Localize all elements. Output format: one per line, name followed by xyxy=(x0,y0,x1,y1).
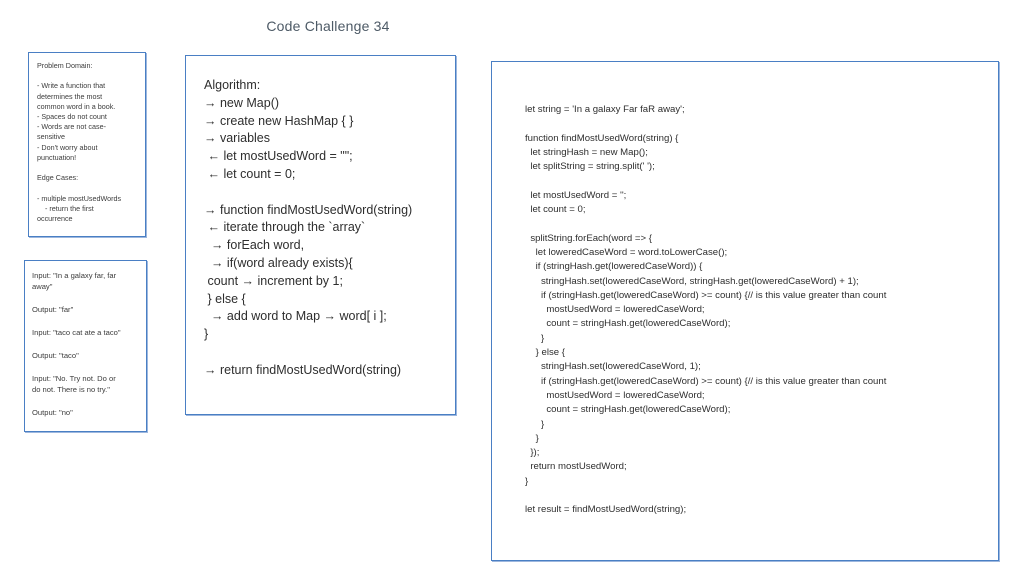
text-line: let stringHash = new Map(); xyxy=(525,146,648,158)
algorithm-text: Algorithm: → new Map() → create new HashMa… xyxy=(204,77,455,380)
text-line: Input: "No. Try not. Do or xyxy=(32,373,116,383)
text-line: → function findMostUsedWord(string) xyxy=(204,202,413,217)
text-line: if (stringHash.get(loweredCaseWord) >= c… xyxy=(525,289,887,301)
text-line: let loweredCaseWord = word.toLowerCase()… xyxy=(525,246,728,258)
text-line xyxy=(32,395,146,406)
text-line: punctuation! xyxy=(37,152,77,162)
text-line: let mostUsedWord = ''; xyxy=(525,189,627,201)
text-line xyxy=(32,293,146,304)
text-line: if (stringHash.get(loweredCaseWord)) { xyxy=(525,261,703,273)
examples-text: Input: "In a galaxy far, far away" Output… xyxy=(32,270,146,418)
text-line: mostUsedWord = loweredCaseWord; xyxy=(525,304,705,316)
text-line: } xyxy=(525,432,539,444)
text-line: Output: "no" xyxy=(32,407,73,417)
text-line: common word in a book. xyxy=(37,101,116,111)
text-line xyxy=(32,338,146,349)
text-line: let count = 0; xyxy=(525,204,586,216)
text-line: stringHash.set(loweredCaseWord, stringHa… xyxy=(525,275,859,287)
text-line: count = stringHash.get(loweredCaseWord); xyxy=(525,404,731,416)
text-line: → variables xyxy=(204,131,270,146)
text-line: let splitString = string.split(' '); xyxy=(525,161,655,173)
text-line: let result = findMostUsedWord(string); xyxy=(525,504,687,516)
text-line xyxy=(37,183,145,193)
text-line: sensitive xyxy=(37,132,65,142)
text-line: → return findMostUsedWord(string) xyxy=(204,362,402,377)
text-line: - return the first xyxy=(37,203,94,213)
text-line xyxy=(204,344,455,362)
text-line: - Words are not case- xyxy=(37,122,106,132)
text-line xyxy=(525,174,998,188)
text-line: - Write a function that xyxy=(37,81,106,91)
text-line xyxy=(37,163,145,173)
text-line: Output: "far" xyxy=(32,305,74,315)
text-line xyxy=(32,361,146,372)
text-line: - Don't worry about xyxy=(37,142,98,152)
text-line: function findMostUsedWord(string) { xyxy=(525,132,679,144)
text-line xyxy=(204,184,455,202)
text-line: do not. There is no try." xyxy=(32,385,110,395)
text-line: Input: "In a galaxy far, far xyxy=(32,271,117,280)
text-line: return mostUsedWord; xyxy=(525,461,627,473)
text-line: } xyxy=(525,475,529,487)
text-line: Problem Domain: xyxy=(37,61,93,70)
text-line: → add word to Map → word[ i ]; xyxy=(204,309,387,324)
algorithm-box: Algorithm: → new Map() → create new HashMa… xyxy=(185,55,456,415)
text-line: }); xyxy=(525,447,540,459)
text-line: determines the most xyxy=(37,91,103,101)
text-line: count → increment by 1; xyxy=(204,273,343,288)
examples-box: Input: "In a galaxy far, far away" Output… xyxy=(24,260,147,432)
text-line: Output: "taco" xyxy=(32,350,79,360)
text-line xyxy=(525,217,998,231)
text-line: } xyxy=(204,327,209,342)
text-line: away" xyxy=(32,282,53,292)
page-title: Code Challenge 34 xyxy=(266,18,390,34)
text-line: count = stringHash.get(loweredCaseWord); xyxy=(525,318,731,330)
text-line: splitString.forEach(word => { xyxy=(525,232,652,244)
text-line: ← let mostUsedWord = ""; xyxy=(204,149,353,164)
text-line: Edge Cases: xyxy=(37,173,79,183)
code-text: let string = 'In a galaxy Far faR away';… xyxy=(525,103,998,518)
text-line: → create new HashMap { } xyxy=(204,113,354,128)
problem-domain-text: Problem Domain: - Write a function that d… xyxy=(37,61,145,224)
text-line: occurrence xyxy=(37,214,73,224)
code-box: let string = 'In a galaxy Far faR away';… xyxy=(491,61,999,561)
text-line: } xyxy=(525,332,545,344)
text-line: - multiple mostUsedWords xyxy=(37,193,122,203)
text-line: ← let count = 0; xyxy=(204,166,296,181)
problem-domain-box: Problem Domain: - Write a function that d… xyxy=(28,52,146,237)
text-line: → new Map() xyxy=(204,95,280,110)
text-line: Input: "taco cat ate a taco" xyxy=(32,328,121,338)
text-line: ← iterate through the `array` xyxy=(204,220,366,235)
text-line xyxy=(37,71,145,81)
text-line xyxy=(32,316,146,327)
text-line: } else { xyxy=(204,291,246,306)
text-line: let string = 'In a galaxy Far faR away'; xyxy=(525,104,685,115)
text-line: if (stringHash.get(loweredCaseWord) >= c… xyxy=(525,375,887,387)
text-line: mostUsedWord = loweredCaseWord; xyxy=(525,389,705,401)
text-line: stringHash.set(loweredCaseWord, 1); xyxy=(525,361,701,373)
text-line: → forEach word, xyxy=(204,238,305,253)
text-line: } else { xyxy=(525,347,566,359)
text-line xyxy=(525,489,998,503)
text-line: - Spaces do not count xyxy=(37,112,107,122)
text-line: Algorithm: xyxy=(204,78,261,92)
text-line: } xyxy=(525,418,545,430)
text-line: → if(word already exists){ xyxy=(204,255,353,270)
text-line xyxy=(525,117,998,131)
